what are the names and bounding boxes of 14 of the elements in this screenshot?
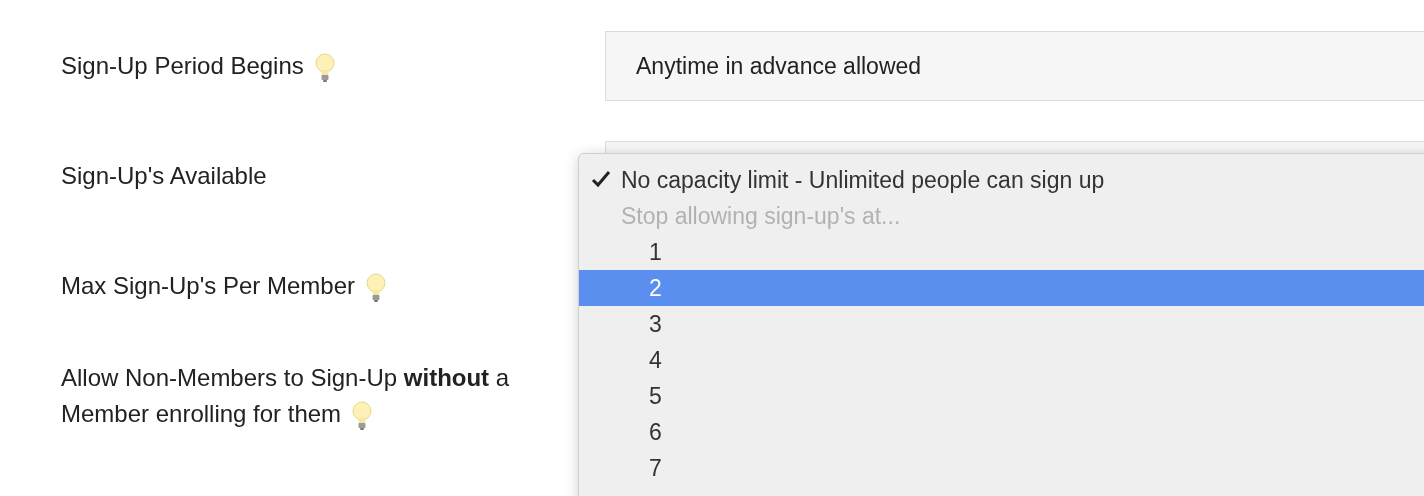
setting-label: Max Sign-Up's Per Member [0,268,531,304]
setting-label: Sign-Up Period Begins [0,48,531,84]
menu-option[interactable]: 1 [579,234,1424,270]
setting-label: Sign-Up's Available [60,161,268,191]
checkmark-icon [591,170,611,188]
menu-header: Stop allowing sign-up's at... [620,201,902,231]
setting-label: Allow Non-Members to Sign-Up without a Member enrolling for them [0,360,531,432]
menu-option[interactable]: 6 [579,414,1424,450]
menu-option[interactable]: 4 [579,342,1424,378]
menu-option[interactable]: No capacity limit - Unlimited people can sign up [579,162,1424,198]
select-field[interactable]: Anytime in advance allowed [605,31,1424,101]
menu-option[interactable]: 5 [579,378,1424,414]
menu-option[interactable]: 7 [579,450,1424,486]
menu-option[interactable]: 3 [579,306,1424,342]
